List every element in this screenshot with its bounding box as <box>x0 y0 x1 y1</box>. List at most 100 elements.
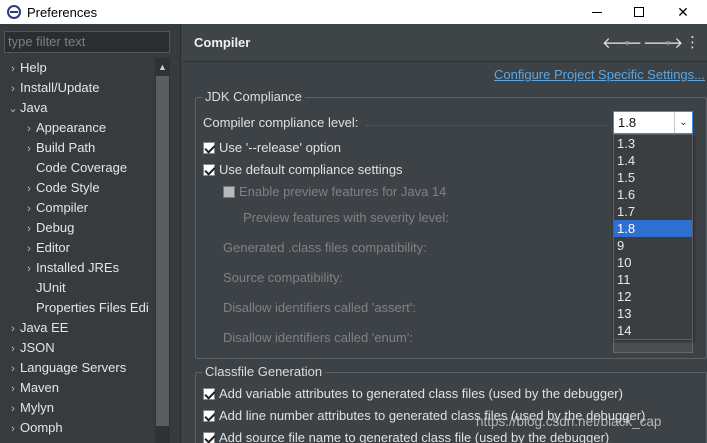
preview-severity-label: Preview features with severity level: <box>243 210 449 225</box>
tree-arrow-icon[interactable]: › <box>22 179 36 199</box>
source-file-checkbox[interactable] <box>203 432 215 443</box>
dropdown-option[interactable]: 14 <box>614 322 692 339</box>
sidebar-item[interactable]: › Build Path <box>0 138 155 158</box>
compliance-level-row: Compiler compliance level: <box>203 115 358 130</box>
tree-arrow-icon[interactable]: › <box>6 359 20 379</box>
sidebar-item[interactable]: › Language Servers <box>0 358 155 378</box>
sidebar-item-label: Mylyn <box>20 400 54 415</box>
dropdown-option[interactable]: 1.6 <box>614 186 692 203</box>
forward-dropdown-icon[interactable]: ▾ <box>666 38 671 49</box>
back-arrow-icon[interactable]: 🡐 <box>602 33 642 52</box>
sidebar-item[interactable]: › Mylyn <box>0 398 155 418</box>
sidebar-item[interactable]: › Help <box>0 58 155 78</box>
dropdown-option[interactable]: 1.3 <box>614 135 692 152</box>
tree-arrow-icon[interactable]: › <box>22 139 36 159</box>
tree-arrow-icon[interactable]: ⌄ <box>6 99 20 119</box>
assert-identifier-label: Disallow identifiers called 'assert': <box>223 300 416 315</box>
sidebar-item[interactable]: Code Coverage <box>0 158 155 178</box>
sidebar-item-label: Maven <box>20 380 60 395</box>
maximize-icon <box>634 7 644 17</box>
tree-arrow-icon[interactable]: › <box>6 419 20 439</box>
sidebar-item[interactable]: › Oomph <box>0 418 155 438</box>
eclipse-icon <box>7 5 21 19</box>
sidebar-item-label: Installed JREs <box>36 260 120 275</box>
sidebar-item[interactable]: › Compiler <box>0 198 155 218</box>
back-dropdown-icon[interactable]: ▾ <box>625 38 630 49</box>
dropdown-option[interactable]: 10 <box>614 254 692 271</box>
preferences-tree: › Help › Install/Update ⌄ Java › Appearance › Bui… <box>0 58 155 443</box>
minimize-icon <box>592 11 602 13</box>
chevron-down-icon[interactable]: ⌄ <box>674 112 692 133</box>
class-compat-label: Generated .class files compatibility: <box>223 240 427 255</box>
preview-features-checkbox[interactable] <box>223 186 235 198</box>
maximize-button[interactable] <box>618 0 660 24</box>
tree-arrow-icon[interactable]: › <box>22 219 36 239</box>
line-number-checkbox[interactable] <box>203 410 215 422</box>
sidebar-item-label: Java <box>20 100 48 115</box>
dropdown-option[interactable]: 1.7 <box>614 203 692 220</box>
sidebar-item[interactable]: › Maven <box>0 378 155 398</box>
tree-arrow-icon[interactable]: › <box>6 339 20 359</box>
preview-severity-row: Preview features with severity level: <box>243 210 449 225</box>
sidebar-item[interactable]: › Install/Update <box>0 78 155 98</box>
sidebar-item[interactable]: ⌄ Java <box>0 98 155 118</box>
compliance-level-dropdown[interactable]: 1.3 1.4 1.5 1.6 1.7 1.8 9 10 11 12 13 14 <box>613 134 693 340</box>
release-option-checkbox[interactable] <box>203 142 215 154</box>
tree-arrow-icon[interactable]: › <box>6 319 20 339</box>
dropdown-option[interactable]: 11 <box>614 271 692 288</box>
tree-arrow-icon[interactable]: › <box>6 379 20 399</box>
tree-arrow-icon[interactable]: › <box>22 119 36 139</box>
close-button[interactable]: ✕ <box>662 0 704 24</box>
dropdown-option[interactable]: 1.8 <box>614 220 692 237</box>
page-title: Compiler <box>194 35 251 50</box>
source-file-row[interactable]: Add source file name to generated class … <box>203 430 609 443</box>
dropdown-option[interactable]: 13 <box>614 305 692 322</box>
default-compliance-row[interactable]: Use default compliance settings <box>203 162 403 177</box>
default-compliance-label: Use default compliance settings <box>219 162 403 177</box>
sidebar-item[interactable]: › Code Style <box>0 178 155 198</box>
sidebar-item-label: Code Style <box>36 180 100 195</box>
dropdown-option[interactable]: 9 <box>614 237 692 254</box>
tree-arrow-icon[interactable]: › <box>6 399 20 419</box>
class-compat-row: Generated .class files compatibility: <box>223 240 427 255</box>
preview-features-row[interactable]: Enable preview features for Java 14 <box>223 184 446 199</box>
sidebar-item[interactable]: › Debug <box>0 218 155 238</box>
source-file-label: Add source file name to generated class … <box>219 430 610 443</box>
tree-arrow-icon[interactable]: › <box>22 239 36 259</box>
tree-arrow-icon[interactable]: › <box>6 59 20 79</box>
sidebar-item[interactable]: JUnit <box>0 278 155 298</box>
sidebar-item[interactable]: › Appearance <box>0 118 155 138</box>
dropdown-option[interactable]: 1.4 <box>614 152 692 169</box>
dropdown-option[interactable]: 12 <box>614 288 692 305</box>
sidebar-item[interactable]: › Editor <box>0 238 155 258</box>
sidebar-item[interactable]: › JSON <box>0 338 155 358</box>
dropdown-option[interactable]: 1.5 <box>614 169 692 186</box>
variable-attributes-checkbox[interactable] <box>203 388 215 400</box>
compliance-level-value: 1.8 <box>618 115 637 130</box>
default-compliance-checkbox[interactable] <box>203 164 215 176</box>
minimize-button[interactable] <box>576 0 618 24</box>
scrollbar-thumb[interactable] <box>156 76 169 426</box>
enum-severity-combo[interactable] <box>613 339 693 353</box>
compliance-level-select[interactable]: 1.8 ⌄ <box>613 111 693 134</box>
sidebar-scrollbar[interactable]: ▲ <box>155 58 170 443</box>
tree-arrow-icon[interactable]: › <box>22 259 36 279</box>
release-option-row[interactable]: Use '--release' option <box>203 140 341 155</box>
sidebar-item-label: Compiler <box>36 200 89 215</box>
tree-arrow-icon[interactable]: › <box>6 79 20 99</box>
sidebar-item[interactable]: › Java EE <box>0 318 155 338</box>
view-menu-icon[interactable]: ⋮ <box>685 33 700 51</box>
preview-features-label: Enable preview features for Java 14 <box>239 184 447 199</box>
variable-attributes-row[interactable]: Add variable attributes to generated cla… <box>203 386 623 401</box>
sidebar-item[interactable]: › Installed JREs <box>0 258 155 278</box>
sidebar-item-label: Oomph <box>20 420 63 435</box>
filter-input[interactable]: type filter text <box>4 31 170 53</box>
window-title: Preferences <box>27 4 98 20</box>
scroll-up-icon[interactable]: ▲ <box>155 60 170 74</box>
configure-project-settings-link[interactable]: Configure Project Specific Settings... <box>494 67 705 82</box>
tree-arrow-icon[interactable]: › <box>22 199 36 219</box>
variable-attributes-label: Add variable attributes to generated cla… <box>219 386 623 401</box>
sidebar-item[interactable]: Properties Files Edi <box>0 298 155 318</box>
forward-arrow-icon[interactable]: 🡒 <box>643 33 683 52</box>
assert-identifier-row: Disallow identifiers called 'assert': <box>223 300 416 315</box>
